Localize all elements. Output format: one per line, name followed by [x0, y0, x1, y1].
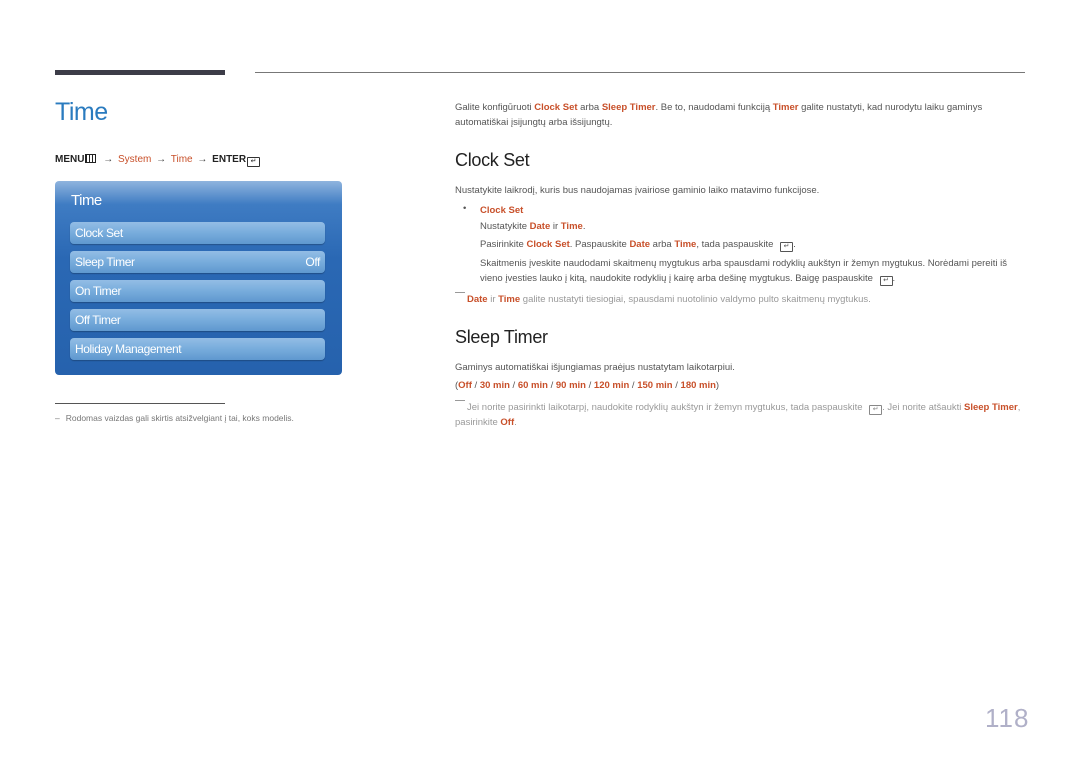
highlight-timer: Timer: [772, 102, 799, 113]
section-heading-clock-set: Clock Set: [455, 150, 530, 170]
option-180-min: 180 min: [680, 380, 716, 391]
menu-item-clock-set[interactable]: Clock Set: [70, 222, 325, 244]
text: ): [715, 380, 720, 391]
separator: /: [585, 380, 594, 391]
time-menu-panel: Time Clock Set Sleep Timer Off On Timer …: [55, 181, 342, 375]
highlight-sleep-timer: Sleep Timer: [964, 402, 1018, 413]
menu-item-label: On Timer: [75, 284, 122, 298]
note-icon: [455, 400, 465, 401]
text: .: [793, 239, 796, 250]
intro-paragraph: Galite konfigūruoti Clock Set arba Sleep…: [455, 100, 1030, 130]
text: galite nustatyti tiesiogiai, spausdami n…: [520, 294, 871, 305]
enter-icon: ↵: [879, 276, 893, 286]
clock-set-line-2: Pasirinkite Clock Set. Paspauskite Date …: [480, 237, 1030, 252]
text: ir: [550, 221, 561, 232]
highlight-time: Time: [674, 239, 697, 250]
enter-label: ENTER: [212, 154, 247, 165]
menu-item-label: Holiday Management: [75, 342, 182, 356]
clock-set-description: Nustatykite laikrodį, kuris bus naudojam…: [455, 185, 820, 196]
menu-path: MENU → System → Time → ENTER ↵: [55, 154, 261, 167]
option-off: Off: [458, 380, 472, 391]
clock-set-note: Date ir Time galite nustatyti tiesiogiai…: [455, 292, 1030, 307]
highlight-date: Date: [529, 221, 551, 232]
text: arba: [577, 102, 602, 113]
highlight-clock-set: Clock Set: [534, 102, 578, 113]
menu-item-off-timer[interactable]: Off Timer: [70, 309, 325, 331]
highlight-sleep-timer: Sleep Timer: [601, 102, 656, 113]
separator: /: [547, 380, 556, 391]
menu-item-label: Sleep Timer: [75, 255, 135, 269]
highlight-date: Date: [467, 294, 488, 305]
menu-label: MENU: [55, 154, 85, 165]
option-90-min: 90 min: [555, 380, 586, 391]
bullet-title-clock-set: Clock Set: [480, 203, 1030, 218]
sleep-timer-note: Jei norite pasirinkti laikotarpį, naudok…: [455, 400, 1025, 430]
highlight-time: Time: [498, 294, 521, 305]
menu-item-on-timer[interactable]: On Timer: [70, 280, 325, 302]
enter-icon: ↵: [869, 405, 883, 415]
text: Jei norite pasirinkti laikotarpį, naudok…: [467, 402, 866, 413]
footnote-text: Rodomas vaizdas gali skirtis atsižvelgia…: [65, 413, 294, 423]
text: Nustatykite: [480, 221, 530, 232]
page-title: Time: [55, 98, 108, 126]
sleep-timer-options: (Off / 30 min / 60 min / 90 min / 120 mi…: [455, 380, 719, 391]
option-30-min: 30 min: [479, 380, 510, 391]
enter-icon: ↵: [780, 242, 794, 252]
highlight-clock-set: Clock Set: [526, 239, 570, 250]
menu-item-sleep-timer[interactable]: Sleep Timer Off: [70, 251, 325, 273]
menu-panel-title: Time: [71, 192, 102, 209]
option-120-min: 120 min: [593, 380, 630, 391]
menu-path-time: Time: [170, 154, 193, 165]
menu-icon: [85, 154, 97, 163]
sleep-timer-description: Gaminys automatiškai išjungiamas praėjus…: [455, 362, 735, 373]
note-icon: [455, 292, 465, 293]
menu-item-label: Off Timer: [75, 313, 121, 327]
separator: /: [471, 380, 480, 391]
text: ir: [487, 294, 499, 305]
highlight-off: Off: [500, 417, 515, 428]
text: .: [892, 273, 896, 284]
clock-set-line-1: Nustatykite Date ir Time.: [480, 219, 1030, 234]
option-60-min: 60 min: [517, 380, 548, 391]
separator: /: [672, 380, 681, 391]
highlight-date: Date: [629, 239, 651, 250]
footnote-dash: –: [55, 413, 60, 423]
highlight-time: Time: [560, 221, 583, 232]
header-rule-thick: [55, 70, 225, 75]
text: . Jei norite atšaukti: [882, 402, 964, 413]
enter-icon: ↵: [247, 157, 261, 167]
text: Pasirinkite: [480, 239, 527, 250]
text: . Paspauskite: [569, 239, 630, 250]
menu-item-holiday-management[interactable]: Holiday Management: [70, 338, 325, 360]
menu-item-value: Off: [305, 255, 320, 269]
footnote: – Rodomas vaizdas gali skirtis atsižvelgi…: [55, 413, 294, 423]
footnote-rule: [55, 403, 225, 404]
text: Galite konfigūruoti: [455, 102, 535, 113]
arrow-icon: →: [156, 154, 167, 165]
bullet-title: Clock Set: [480, 205, 524, 216]
option-150-min: 150 min: [637, 380, 673, 391]
arrow-icon: →: [197, 154, 208, 165]
section-heading-sleep-timer: Sleep Timer: [455, 327, 548, 347]
clock-set-line-3: Skaitmenis įveskite naudodami skaitmenų …: [480, 256, 1025, 286]
separator: /: [509, 380, 518, 391]
text: .: [514, 417, 517, 428]
text: Skaitmenis įveskite naudodami skaitmenų …: [480, 258, 1007, 284]
text: , tada paspauskite: [696, 239, 777, 250]
header-rule-thin: [255, 72, 1025, 73]
bullet-icon: •: [463, 203, 467, 214]
menu-item-label: Clock Set: [75, 226, 123, 240]
text: .: [582, 221, 586, 232]
menu-path-system: System: [118, 154, 152, 165]
text: arba: [650, 239, 675, 250]
text: . Be to, naudodami funkciją: [655, 102, 773, 113]
arrow-icon: →: [103, 154, 114, 165]
page-number: 118: [985, 703, 1030, 733]
